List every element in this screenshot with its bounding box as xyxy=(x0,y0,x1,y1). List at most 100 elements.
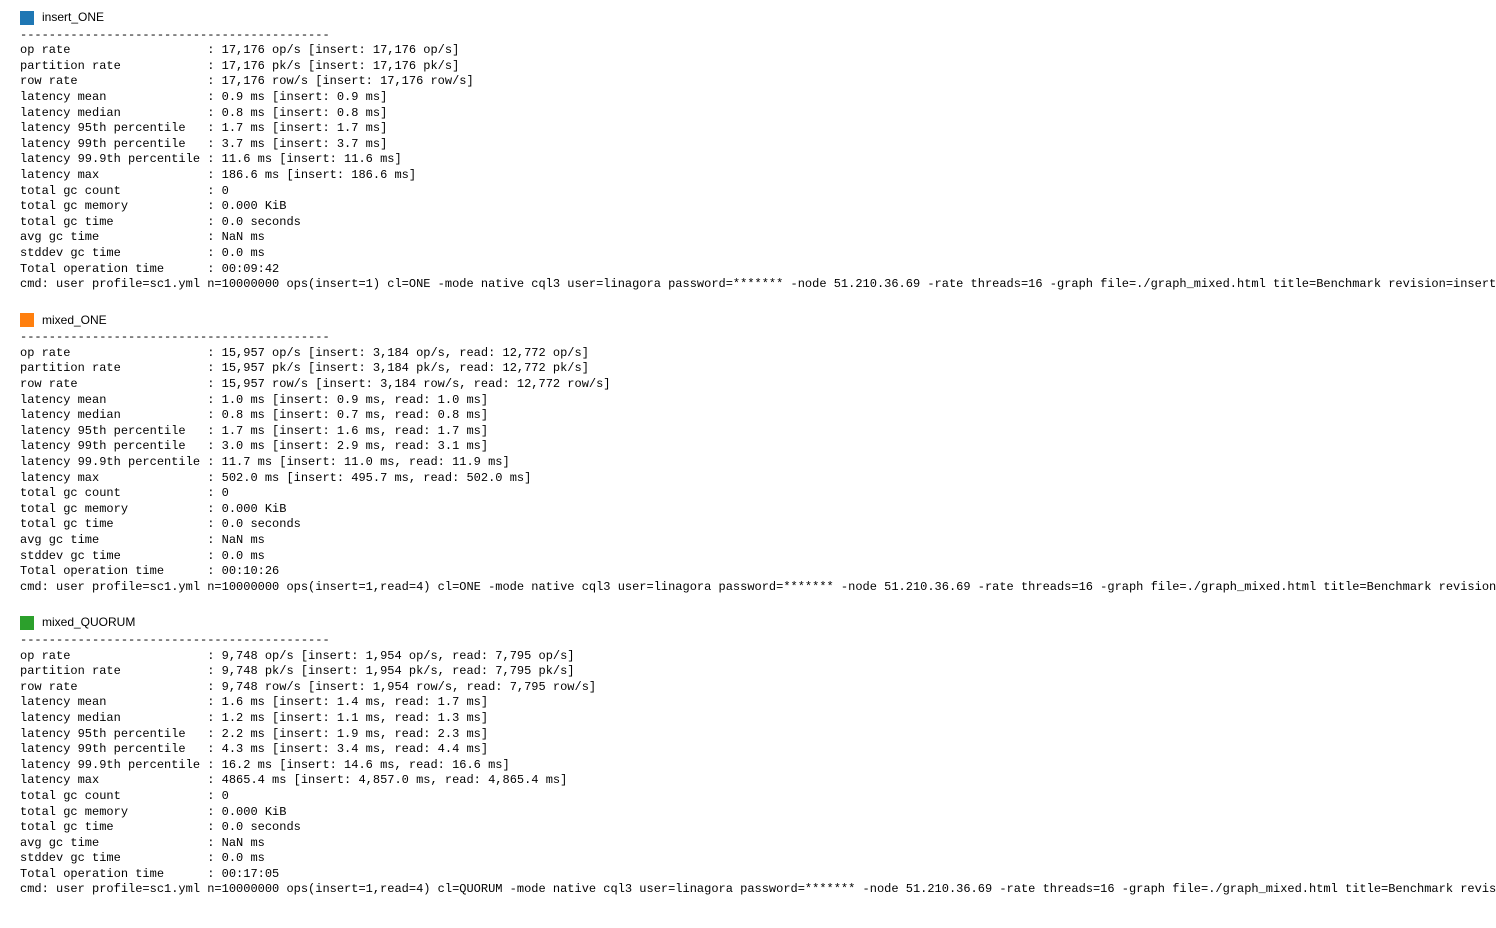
metric-value: 0 xyxy=(222,486,229,500)
metric-row: total gc count : 0 xyxy=(20,184,1476,200)
metric-value: 00:10:26 xyxy=(222,564,280,578)
metric-value: 0 xyxy=(222,184,229,198)
metric-separator: : xyxy=(200,439,222,453)
metric-row: latency 99.9th percentile : 11.6 ms [ins… xyxy=(20,152,1476,168)
metric-label: total gc time xyxy=(20,517,200,531)
metric-separator: : xyxy=(200,649,222,663)
metric-value: 15,957 op/s [insert: 3,184 op/s, read: 1… xyxy=(222,346,589,360)
metric-separator: : xyxy=(200,455,222,469)
metric-label: latency mean xyxy=(20,695,200,709)
metric-separator: : xyxy=(200,773,222,787)
metric-value: 2.2 ms [insert: 1.9 ms, read: 2.3 ms] xyxy=(222,727,488,741)
metric-value: 1.7 ms [insert: 1.7 ms] xyxy=(222,121,388,135)
metric-row: latency 99.9th percentile : 11.7 ms [ins… xyxy=(20,455,1476,471)
metric-separator: : xyxy=(200,758,222,772)
metric-value: 0.0 seconds xyxy=(222,517,301,531)
metric-row: total gc count : 0 xyxy=(20,789,1476,805)
metric-label: latency 95th percentile xyxy=(20,424,200,438)
metric-label: latency median xyxy=(20,408,200,422)
metric-value: 0.0 ms xyxy=(222,246,265,260)
section-title: insert_ONE xyxy=(42,10,104,26)
divider-dashes: ----------------------------------------… xyxy=(20,633,1476,649)
metric-value: 502.0 ms [insert: 495.7 ms, read: 502.0 … xyxy=(222,471,532,485)
metric-label: total gc count xyxy=(20,184,200,198)
metric-row: stddev gc time : 0.0 ms xyxy=(20,246,1476,262)
metric-label: latency max xyxy=(20,168,200,182)
metric-label: latency max xyxy=(20,471,200,485)
metric-separator: : xyxy=(200,502,222,516)
metric-row: Total operation time : 00:09:42 xyxy=(20,262,1476,278)
metric-value: 4.3 ms [insert: 3.4 ms, read: 4.4 ms] xyxy=(222,742,488,756)
metric-separator: : xyxy=(200,262,222,276)
metric-separator: : xyxy=(200,152,222,166)
metric-label: stddev gc time xyxy=(20,246,200,260)
metric-separator: : xyxy=(200,377,222,391)
metric-row: total gc time : 0.0 seconds xyxy=(20,820,1476,836)
metric-row: avg gc time : NaN ms xyxy=(20,533,1476,549)
metric-row: total gc memory : 0.000 KiB xyxy=(20,502,1476,518)
metric-label: latency median xyxy=(20,106,200,120)
section-header: mixed_QUORUM xyxy=(20,615,1476,631)
metric-label: row rate xyxy=(20,377,200,391)
metric-value: 0 xyxy=(222,789,229,803)
metric-separator: : xyxy=(200,74,222,88)
metric-value: 0.0 seconds xyxy=(222,820,301,834)
color-swatch-icon xyxy=(20,11,34,25)
metric-label: row rate xyxy=(20,74,200,88)
metric-label: latency 95th percentile xyxy=(20,121,200,135)
metric-value: 15,957 pk/s [insert: 3,184 pk/s, read: 1… xyxy=(222,361,589,375)
metric-label: latency mean xyxy=(20,393,200,407)
metric-value: 00:09:42 xyxy=(222,262,280,276)
metric-separator: : xyxy=(200,106,222,120)
section-header: mixed_ONE xyxy=(20,313,1476,329)
metric-row: Total operation time : 00:17:05 xyxy=(20,867,1476,883)
metric-value: 1.6 ms [insert: 1.4 ms, read: 1.7 ms] xyxy=(222,695,488,709)
metric-value: 11.7 ms [insert: 11.0 ms, read: 11.9 ms] xyxy=(222,455,510,469)
metric-row: latency mean : 1.6 ms [insert: 1.4 ms, r… xyxy=(20,695,1476,711)
metric-label: latency 95th percentile xyxy=(20,727,200,741)
metric-label: latency max xyxy=(20,773,200,787)
metric-row: total gc time : 0.0 seconds xyxy=(20,215,1476,231)
metric-value: 0.8 ms [insert: 0.7 ms, read: 0.8 ms] xyxy=(222,408,488,422)
section-title: mixed_QUORUM xyxy=(42,615,135,631)
metric-separator: : xyxy=(200,346,222,360)
metric-label: latency 99th percentile xyxy=(20,439,200,453)
metric-value: 3.0 ms [insert: 2.9 ms, read: 3.1 ms] xyxy=(222,439,488,453)
metric-row: stddev gc time : 0.0 ms xyxy=(20,851,1476,867)
metric-row: latency 99th percentile : 3.7 ms [insert… xyxy=(20,137,1476,153)
metric-value: 4865.4 ms [insert: 4,857.0 ms, read: 4,8… xyxy=(222,773,568,787)
metric-separator: : xyxy=(200,564,222,578)
metric-separator: : xyxy=(200,549,222,563)
metric-row: latency median : 0.8 ms [insert: 0.7 ms,… xyxy=(20,408,1476,424)
metric-row: latency 95th percentile : 1.7 ms [insert… xyxy=(20,424,1476,440)
metric-value: 3.7 ms [insert: 3.7 ms] xyxy=(222,137,388,151)
metric-value: 17,176 pk/s [insert: 17,176 pk/s] xyxy=(222,59,460,73)
metric-separator: : xyxy=(200,424,222,438)
metric-value: 0.0 ms xyxy=(222,851,265,865)
benchmark-section: insert_ONE------------------------------… xyxy=(20,10,1476,293)
metric-row: row rate : 15,957 row/s [insert: 3,184 r… xyxy=(20,377,1476,393)
metric-label: stddev gc time xyxy=(20,549,200,563)
metric-row: latency max : 502.0 ms [insert: 495.7 ms… xyxy=(20,471,1476,487)
metric-value: 0.9 ms [insert: 0.9 ms] xyxy=(222,90,388,104)
metric-value: 9,748 row/s [insert: 1,954 row/s, read: … xyxy=(222,680,596,694)
metric-row: latency mean : 0.9 ms [insert: 0.9 ms] xyxy=(20,90,1476,106)
metric-value: 0.0 ms xyxy=(222,549,265,563)
metric-value: 1.7 ms [insert: 1.6 ms, read: 1.7 ms] xyxy=(222,424,488,438)
metric-label: latency median xyxy=(20,711,200,725)
metric-label: Total operation time xyxy=(20,564,200,578)
metric-separator: : xyxy=(200,393,222,407)
metric-row: partition rate : 17,176 pk/s [insert: 17… xyxy=(20,59,1476,75)
metric-value: 0.000 KiB xyxy=(222,805,287,819)
metric-value: 1.2 ms [insert: 1.1 ms, read: 1.3 ms] xyxy=(222,711,488,725)
metric-separator: : xyxy=(200,805,222,819)
metric-separator: : xyxy=(200,215,222,229)
metric-row: stddev gc time : 0.0 ms xyxy=(20,549,1476,565)
cmd-line: cmd: user profile=sc1.yml n=10000000 ops… xyxy=(20,882,1476,898)
metric-separator: : xyxy=(200,59,222,73)
metric-row: row rate : 17,176 row/s [insert: 17,176 … xyxy=(20,74,1476,90)
metric-separator: : xyxy=(200,246,222,260)
section-header: insert_ONE xyxy=(20,10,1476,26)
metric-separator: : xyxy=(200,184,222,198)
divider-dashes: ----------------------------------------… xyxy=(20,330,1476,346)
